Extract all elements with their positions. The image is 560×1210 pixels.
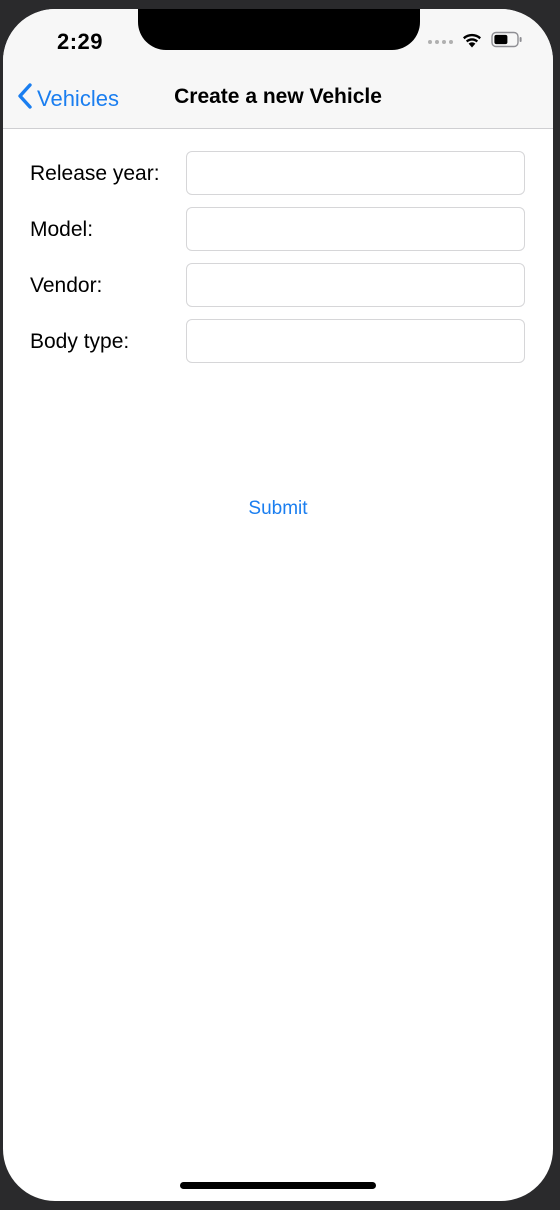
page-title: Create a new Vehicle	[174, 85, 382, 108]
form-row-body-type: Body type:	[3, 319, 553, 365]
battery-icon	[491, 31, 523, 53]
model-input[interactable]	[186, 207, 525, 251]
body-type-input[interactable]	[186, 319, 525, 363]
submit-button[interactable]: Submit	[3, 498, 553, 520]
navigation-bar: Vehicles Create a new Vehicle	[3, 69, 553, 129]
status-indicators	[428, 31, 523, 53]
release-year-label: Release year:	[30, 162, 160, 185]
form-row-model: Model:	[3, 207, 553, 253]
device-notch	[138, 9, 420, 50]
cellular-signal-icon	[428, 40, 453, 44]
release-year-input[interactable]	[186, 151, 525, 195]
body-type-label: Body type:	[30, 330, 130, 353]
screen: 2:29 Vehicles Create a new Vehicle Relea…	[3, 9, 553, 1201]
form-row-release-year: Release year:	[3, 151, 553, 197]
model-label: Model:	[30, 218, 94, 241]
status-time: 2:29	[57, 29, 104, 54]
form-row-vendor: Vendor:	[3, 263, 553, 309]
home-indicator[interactable]	[180, 1182, 376, 1189]
wifi-icon	[461, 31, 483, 53]
device-frame: 2:29 Vehicles Create a new Vehicle Relea…	[0, 0, 560, 1210]
vendor-input[interactable]	[186, 263, 525, 307]
vendor-label: Vendor:	[30, 274, 103, 297]
